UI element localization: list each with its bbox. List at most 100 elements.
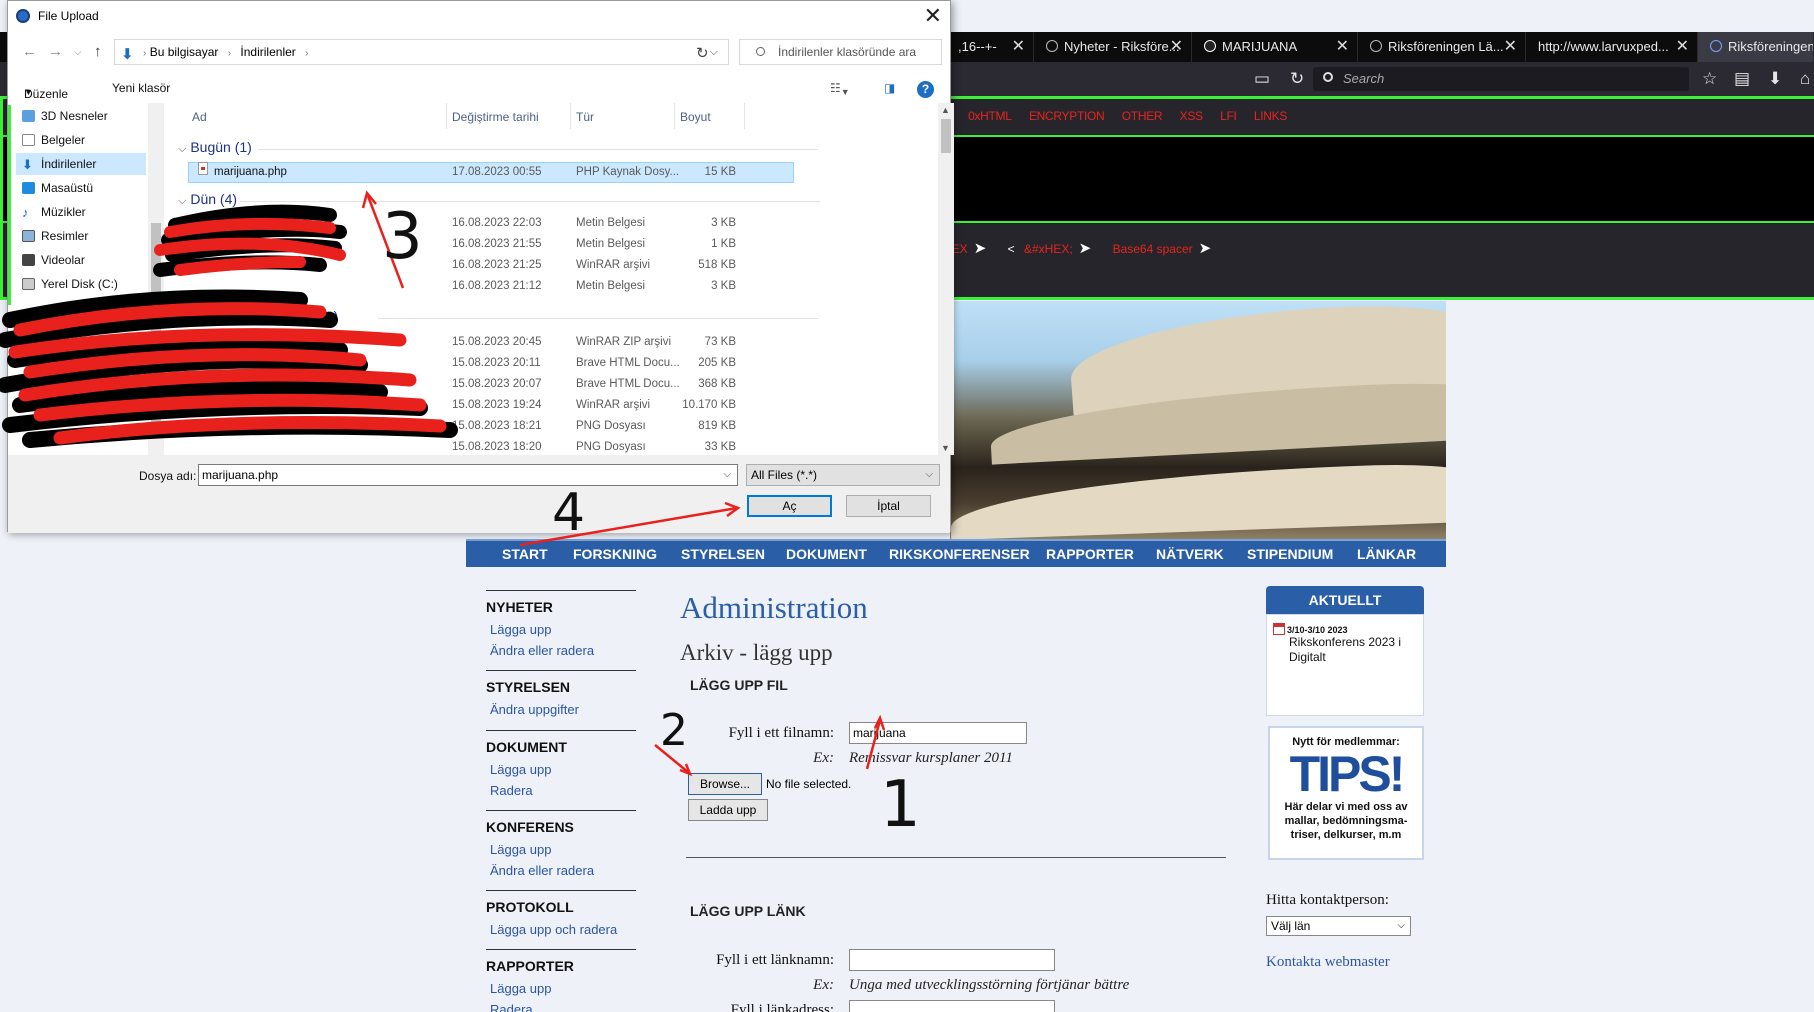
browser-tab[interactable]: MARIJUANA ✕ (1192, 32, 1358, 62)
folder-search-input[interactable]: İndirilenler klasöründe ara (739, 39, 942, 65)
browser-tab-active[interactable]: Riksföreningen (1698, 32, 1814, 62)
file-row[interactable]: 16.08.2023 21:55 Metin Belgesi 1 KB (168, 234, 938, 255)
file-row[interactable]: 16.08.2023 22:03 Metin Belgesi 3 KB (168, 213, 938, 234)
browser-tab[interactable]: Nyheter - Riksföre... ✕ (1034, 32, 1192, 62)
nav-item-pictures[interactable]: Resimler (16, 225, 146, 247)
open-button[interactable]: Aç (747, 495, 832, 517)
scroll-down-icon[interactable]: ▼ (941, 443, 950, 453)
sidebar-link[interactable]: Lägga upp (490, 839, 636, 860)
arrow-right-icon[interactable]: ➤ (974, 240, 987, 257)
sidebar-link[interactable]: Lägga upp och radera (490, 919, 636, 940)
scroll-up-icon[interactable]: ▲ (941, 105, 950, 115)
address-bar[interactable]: ⬇ › Bu bilgisayar › İndirilenler › ⌵ (114, 39, 729, 65)
nav-item-videos[interactable]: Videolar (16, 249, 146, 271)
new-folder-button[interactable]: Yeni klasör (112, 81, 170, 95)
filename-input[interactable]: marijuana (849, 722, 1027, 744)
column-date[interactable]: Değiştirme tarihi (452, 110, 539, 124)
up-arrow-icon[interactable]: ↑ (94, 43, 102, 60)
browser-tab[interactable]: http://www.larvuxped... ✕ (1526, 32, 1698, 62)
hackbar-menu-item[interactable]: LINKS (1254, 109, 1287, 123)
home-icon[interactable]: ⌂ (1800, 70, 1810, 88)
tab-close-icon[interactable]: ✕ (1170, 32, 1183, 62)
cancel-button[interactable]: İptal (846, 495, 931, 517)
sidebar-link[interactable]: Radera (490, 780, 636, 801)
sidebar-link[interactable]: Ändra uppgifter (490, 699, 636, 720)
library-icon[interactable]: ▤ (1734, 70, 1750, 88)
sidebar-link[interactable]: Lägga upp (490, 619, 636, 640)
nav-stipendium[interactable]: STIPENDIUM (1247, 546, 1333, 562)
group-header[interactable]: ⌵ Bugün (1) (178, 139, 252, 156)
tips-banner[interactable]: Nytt för medlemmar: TIPS! Här delar vi m… (1268, 726, 1424, 860)
linkaddress-input[interactable] (849, 1000, 1055, 1012)
hackbar-menu-item[interactable]: XSS (1180, 109, 1203, 123)
nav-item-downloads[interactable]: ⬇ İndirilenler (16, 153, 146, 175)
sidebar-link[interactable]: Lägga upp (490, 978, 636, 999)
help-icon[interactable]: ? (917, 81, 934, 98)
browse-button[interactable]: Browse... (688, 773, 762, 795)
tab-close-icon[interactable]: ✕ (1676, 32, 1689, 62)
hackbar-menu-item[interactable]: ENCRYPTION (1029, 109, 1105, 123)
file-row[interactable]: 16.08.2023 21:25 WinRAR arşivi 518 KB (168, 255, 938, 276)
file-row[interactable]: 15.08.2023 18:20 PNG Dosyası 33 KB (168, 437, 938, 455)
refresh-icon[interactable]: ↻ (696, 44, 709, 62)
breadcrumb-downloads[interactable]: İndirilenler (240, 45, 295, 59)
sidebar-link[interactable]: Ändra eller radera (490, 640, 636, 661)
reader-view-icon[interactable]: ▭ (1254, 70, 1270, 88)
forward-arrow-icon[interactable]: → (48, 43, 63, 60)
chevron-down-icon[interactable]: ⌵ (710, 40, 718, 64)
webmaster-link[interactable]: Kontakta webmaster (1266, 954, 1390, 971)
file-list-scrollbar[interactable]: ▲ ▼ (938, 103, 954, 455)
hackbar-menu-item[interactable]: OTHER (1122, 109, 1163, 123)
tab-close-icon[interactable]: ✕ (1504, 32, 1517, 62)
nav-dokument[interactable]: DOKUMENT (786, 546, 867, 562)
hackbar-menu-item[interactable]: 0xHTML (968, 109, 1012, 123)
preview-pane-icon[interactable]: ◨ (884, 81, 895, 95)
nav-scrollbar[interactable] (148, 103, 164, 455)
sidebar-link[interactable]: Radera (490, 999, 636, 1012)
nav-styrelsen[interactable]: STYRELSEN (681, 546, 765, 562)
arrow-right-icon[interactable]: ➤ (1079, 240, 1092, 257)
nav-forskning[interactable]: FORSKNING (573, 546, 657, 562)
nav-item-3d-objects[interactable]: 3D Nesneler (16, 105, 146, 127)
nav-rapporter[interactable]: RAPPORTER (1046, 546, 1134, 562)
browser-tab[interactable]: Riksföreningen Lä... ✕ (1358, 32, 1526, 62)
browser-search-input[interactable]: Search (1313, 67, 1689, 91)
reload-icon[interactable]: ↻ (1290, 70, 1304, 88)
column-size[interactable]: Boyut (680, 110, 711, 124)
file-row[interactable]: 15.08.2023 20:11 Brave HTML Docu... 205 KB (168, 353, 938, 374)
lan-select[interactable]: Välj län ⌵ (1266, 916, 1411, 936)
nav-start[interactable]: START (502, 546, 548, 562)
download-icon[interactable]: ⬇ (1768, 70, 1782, 88)
arrow-right-icon[interactable]: ➤ (1199, 240, 1212, 257)
nav-item-documents[interactable]: Belgeler (16, 129, 146, 151)
close-icon[interactable]: ✕ (924, 3, 942, 29)
sidebar-link[interactable]: Lägga upp (490, 759, 636, 780)
hackbar-menu-item[interactable]: LFI (1220, 109, 1237, 123)
nav-natverk[interactable]: NÄTVERK (1156, 546, 1224, 562)
file-row-selected[interactable]: marijuana.php 17.08.2023 00:55 PHP Kayna… (168, 162, 938, 183)
bookmark-star-icon[interactable]: ☆ (1702, 70, 1717, 88)
view-options-icon[interactable]: ☷ ▼ (830, 81, 850, 97)
column-name[interactable]: Ad (192, 110, 207, 124)
file-type-select[interactable]: All Files (*.*) ⌵ (746, 464, 940, 486)
nav-rikskonferenser[interactable]: RIKSKONFERENSER (889, 546, 1030, 562)
nav-lankar[interactable]: LÄNKAR (1357, 546, 1416, 562)
upload-button[interactable]: Ladda upp (688, 799, 768, 821)
tab-close-icon[interactable]: ✕ (1012, 32, 1025, 62)
hackbar-encode-button[interactable]: &#xHEX; (1024, 242, 1073, 256)
dialog-filename-input[interactable]: marijuana.php ⌵ (198, 464, 738, 486)
file-row[interactable]: 15.08.2023 18:21 PNG Dosyası 819 KB (168, 416, 938, 437)
recent-chevron-icon[interactable]: ⌵ (74, 47, 82, 58)
event-link[interactable]: Rikskonferens 2023 i Digitalt (1289, 635, 1417, 665)
back-arrow-icon[interactable]: ← (22, 43, 37, 60)
hackbar-encode-button[interactable]: < (1008, 242, 1015, 256)
linkname-input[interactable] (849, 949, 1055, 971)
breadcrumb-this-pc[interactable]: Bu bilgisayar (150, 45, 219, 59)
nav-item-desktop[interactable]: Masaüstü (16, 177, 146, 199)
browser-tab[interactable]: ,16--+- ✕ (946, 32, 1034, 62)
group-header[interactable]: ...arında (13) (258, 308, 338, 324)
column-type[interactable]: Tür (576, 110, 594, 124)
nav-item-music[interactable]: ♪ Müzikler (16, 201, 146, 223)
chevron-down-icon[interactable]: ⌵ (723, 465, 731, 485)
nav-item-local-disk[interactable]: Yerel Disk (C:) (16, 273, 146, 295)
